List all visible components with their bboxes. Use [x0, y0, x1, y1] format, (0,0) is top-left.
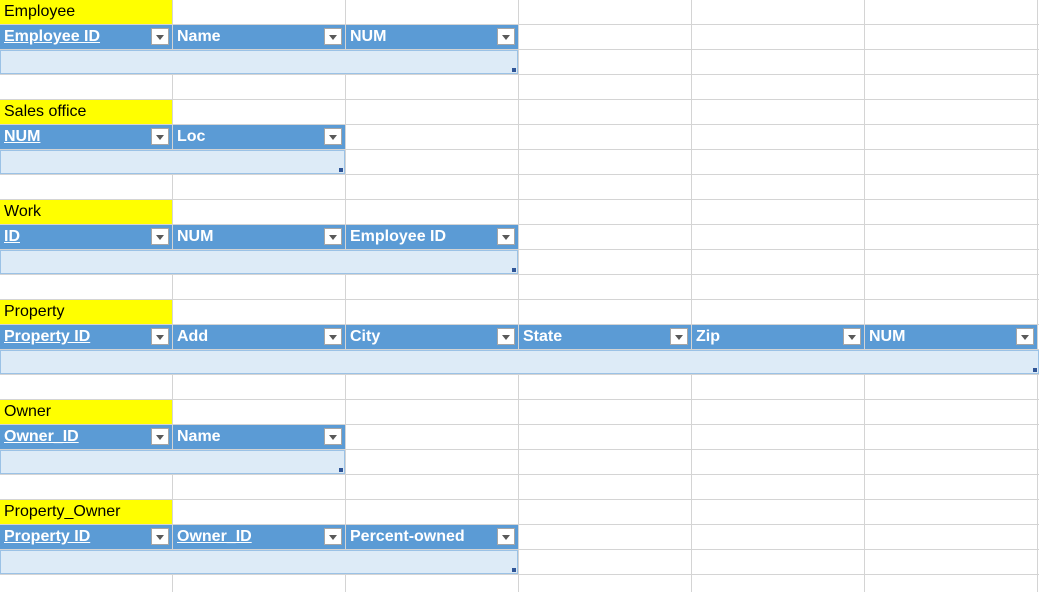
filter-dropdown-icon[interactable] [324, 128, 342, 145]
column-label: Percent-owned [350, 528, 465, 545]
column-header[interactable]: NUM [0, 125, 172, 149]
filter-dropdown-icon[interactable] [151, 428, 169, 445]
column-header[interactable]: Add [173, 325, 345, 349]
table-data-row[interactable] [0, 450, 345, 474]
table-resize-handle[interactable] [339, 168, 343, 172]
table-title[interactable]: Work [0, 200, 172, 224]
table-title[interactable]: Employee [0, 0, 172, 24]
column-header[interactable]: NUM [865, 325, 1037, 349]
table-resize-handle[interactable] [512, 68, 516, 72]
filter-dropdown-icon[interactable] [497, 528, 515, 545]
column-label: Zip [696, 328, 720, 345]
table-data-row[interactable] [0, 150, 345, 174]
column-header[interactable]: Owner_ID [0, 425, 172, 449]
column-header[interactable]: City [346, 325, 518, 349]
column-label: Name [177, 428, 221, 445]
filter-dropdown-icon[interactable] [151, 328, 169, 345]
table-resize-handle[interactable] [339, 468, 343, 472]
header-row: Owner_ID Name [0, 425, 346, 449]
table-title[interactable]: Owner [0, 400, 172, 424]
column-label: NUM [4, 128, 41, 145]
column-label: NUM [869, 328, 906, 345]
column-header[interactable]: Name [173, 425, 345, 449]
column-label: ID [4, 228, 20, 245]
column-header[interactable]: Property ID [0, 525, 172, 549]
column-label: Owner_ID [4, 428, 79, 445]
filter-dropdown-icon[interactable] [843, 328, 861, 345]
column-header[interactable]: Owner_ID [173, 525, 345, 549]
filter-dropdown-icon[interactable] [324, 528, 342, 545]
filter-dropdown-icon[interactable] [324, 428, 342, 445]
filter-dropdown-icon[interactable] [497, 28, 515, 45]
column-header[interactable]: ID [0, 225, 172, 249]
column-header[interactable]: Property ID [0, 325, 172, 349]
table-data-row[interactable] [0, 250, 518, 274]
table-title[interactable]: Property [0, 300, 172, 324]
column-header[interactable]: Loc [173, 125, 345, 149]
column-header[interactable]: Zip [692, 325, 864, 349]
column-label: Owner_ID [177, 528, 252, 545]
column-header[interactable]: Name [173, 25, 345, 49]
filter-dropdown-icon[interactable] [151, 528, 169, 545]
filter-dropdown-icon[interactable] [151, 28, 169, 45]
table-resize-handle[interactable] [512, 568, 516, 572]
column-header[interactable]: NUM [173, 225, 345, 249]
column-label: Loc [177, 128, 206, 145]
filter-dropdown-icon[interactable] [1016, 328, 1034, 345]
filter-dropdown-icon[interactable] [151, 228, 169, 245]
table-resize-handle[interactable] [1033, 368, 1037, 372]
column-label: Employee ID [350, 228, 447, 245]
filter-dropdown-icon[interactable] [151, 128, 169, 145]
column-label: NUM [177, 228, 214, 245]
column-label: Property ID [4, 328, 91, 345]
column-label: State [523, 328, 563, 345]
column-label: Employee ID [4, 28, 101, 45]
header-row: Property ID Add City State Zip NUM [0, 325, 1038, 349]
filter-dropdown-icon[interactable] [324, 28, 342, 45]
filter-dropdown-icon[interactable] [324, 328, 342, 345]
header-row: Employee ID Name NUM [0, 25, 519, 49]
column-label: Name [177, 28, 221, 45]
column-label: NUM [350, 28, 387, 45]
column-label: City [350, 328, 381, 345]
header-row: NUM Loc [0, 125, 346, 149]
column-header[interactable]: Employee ID [346, 225, 518, 249]
table-data-row[interactable] [0, 50, 518, 74]
column-label: Property ID [4, 528, 91, 545]
filter-dropdown-icon[interactable] [324, 228, 342, 245]
column-header[interactable]: Percent-owned [346, 525, 518, 549]
column-header[interactable]: NUM [346, 25, 518, 49]
header-row: ID NUM Employee ID [0, 225, 519, 249]
filter-dropdown-icon[interactable] [497, 228, 515, 245]
column-header[interactable]: State [519, 325, 691, 349]
header-row: Property ID Owner_ID Percent-owned [0, 525, 519, 549]
filter-dropdown-icon[interactable] [670, 328, 688, 345]
table-title[interactable]: Sales office [0, 100, 172, 124]
table-data-row[interactable] [0, 550, 518, 574]
column-label: Add [177, 328, 209, 345]
filter-dropdown-icon[interactable] [497, 328, 515, 345]
table-data-row[interactable] [0, 350, 1039, 374]
column-header[interactable]: Employee ID [0, 25, 172, 49]
table-resize-handle[interactable] [512, 268, 516, 272]
table-title[interactable]: Property_Owner [0, 500, 172, 524]
